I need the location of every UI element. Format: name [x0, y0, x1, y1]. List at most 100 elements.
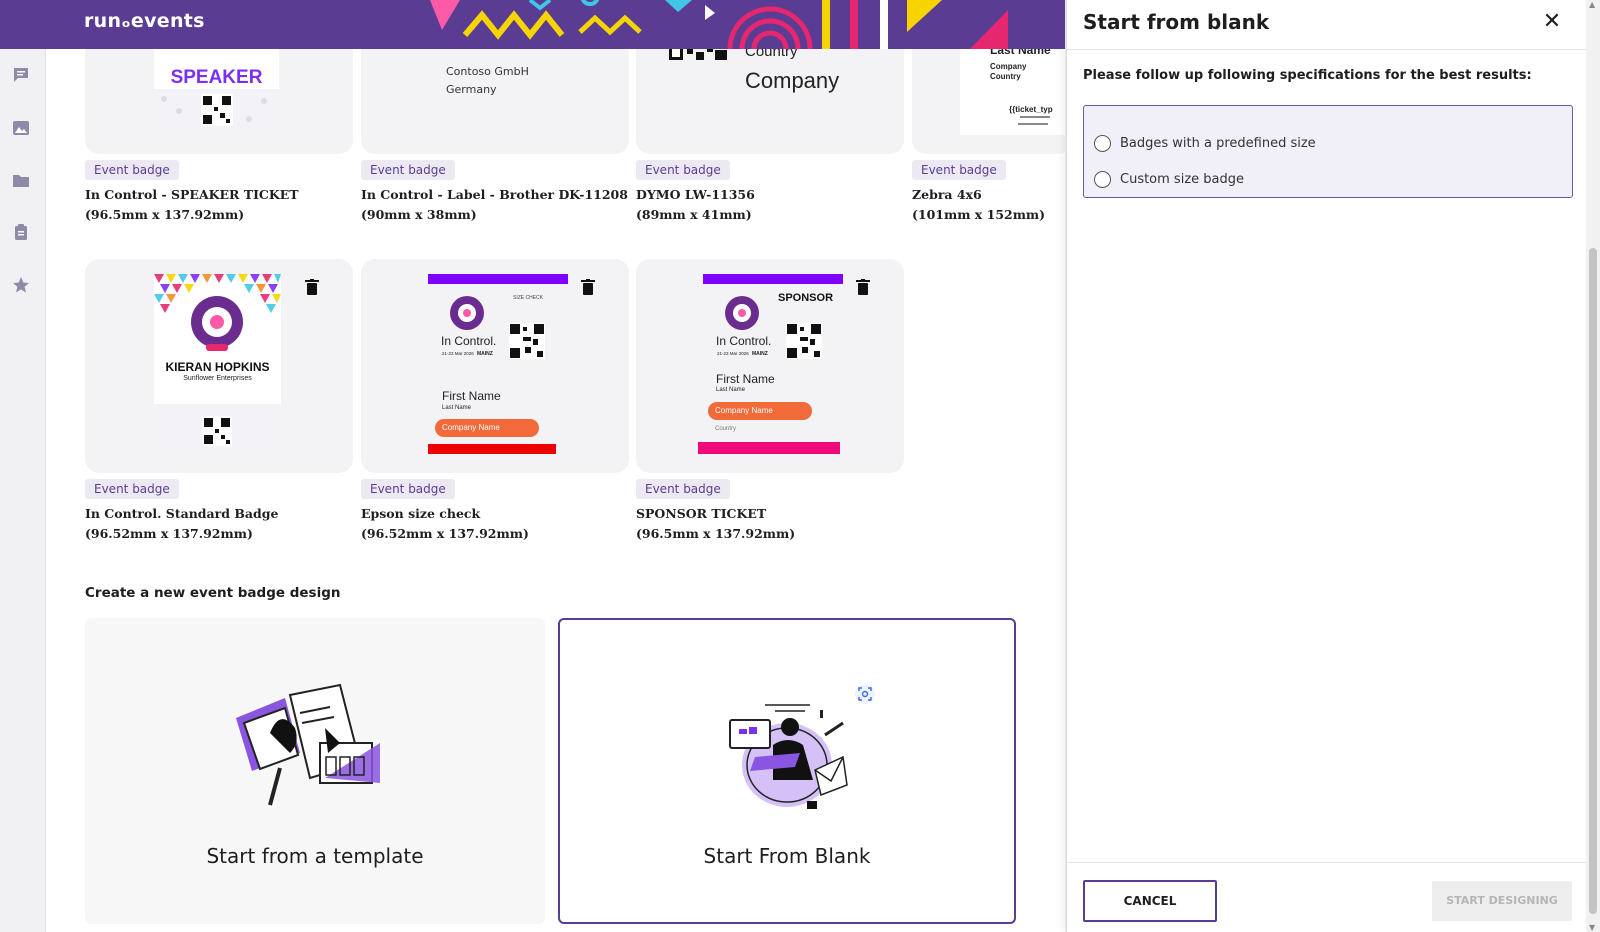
- template-size: (96.52mm x 137.92mm): [361, 526, 529, 541]
- template-card[interactable]: Last Name Company Country {{ticket_typ: [912, 49, 1065, 154]
- radio-label: Custom size badge: [1120, 171, 1244, 187]
- preview-company-pill: Company Name: [708, 402, 812, 420]
- event-badge-tag: Event badge: [912, 160, 1006, 180]
- focus-scan-icon[interactable]: [855, 684, 875, 704]
- template-name: In Control - SPEAKER TICKET: [85, 187, 299, 202]
- badge-size-radio-group: Badges with a predefined size Custom siz…: [1083, 105, 1573, 198]
- event-badge-tag: Event badge: [361, 160, 455, 180]
- preview-top-bar: [703, 274, 843, 284]
- preview-company-pill: Company Name: [435, 419, 539, 437]
- preview-bottom-bar: [698, 442, 840, 454]
- start-from-blank-panel: Start from blank ✕ Please follow up foll…: [1066, 0, 1586, 932]
- close-icon[interactable]: ✕: [1540, 10, 1564, 34]
- template-size: (96.5mm x 137.92mm): [636, 526, 796, 541]
- left-sidebar: [0, 49, 46, 932]
- panel-scrollbar[interactable]: ▲ ▼: [1586, 0, 1600, 932]
- start-designing-button[interactable]: START DESIGNING: [1432, 881, 1572, 921]
- badge-preview: Last Name Company Country {{ticket_typ: [960, 49, 1065, 135]
- preview-city: MAINZ: [752, 351, 768, 357]
- preview-first-name: First Name: [716, 372, 775, 386]
- preview-country: Country: [990, 72, 1021, 81]
- app-root: runₒevents SPEAKER Contoso GmbH Germany …: [0, 0, 1600, 932]
- preview-country: Germany: [446, 83, 497, 96]
- preview-country: Country: [715, 426, 737, 432]
- radio-custom-size[interactable]: Custom size badge: [1094, 168, 1244, 190]
- preview-date: 21-23 Mar 2026: [442, 351, 474, 356]
- preview-first-name: First Name: [442, 389, 501, 403]
- preview-role: SPONSOR: [778, 292, 834, 304]
- preview-last-name: Last Name: [990, 49, 1051, 57]
- template-card[interactable]: SIZE CHECK In Control. 21-23 Mar 2026 MA…: [361, 259, 629, 473]
- preview-qr: [786, 323, 822, 359]
- template-card[interactable]: Contoso GmbH Germany: [361, 49, 629, 154]
- template-name: Epson size check: [361, 506, 481, 521]
- preview-last-name: Last Name: [716, 387, 746, 393]
- clipboard-icon[interactable]: [10, 221, 32, 243]
- preview-qr: [509, 323, 545, 359]
- preview-qr: [669, 49, 727, 60]
- badge-preview: SPEAKER: [154, 49, 279, 135]
- start-from-template-option[interactable]: Start from a template: [85, 618, 545, 924]
- star-icon[interactable]: [10, 274, 32, 296]
- panel-instruction: Please follow up following specification…: [1083, 68, 1532, 83]
- pattern-decoration: [154, 89, 279, 135]
- main-content: SPEAKER Contoso GmbH Germany Country Com…: [46, 49, 1065, 932]
- event-badge-tag: Event badge: [636, 479, 730, 499]
- panel-header-divider: [1067, 49, 1586, 50]
- folder-icon[interactable]: [10, 169, 32, 191]
- preview-company: Company: [745, 68, 840, 93]
- preview-logo: [450, 296, 484, 330]
- image-icon[interactable]: [10, 117, 32, 139]
- option-label: Start from a template: [206, 844, 424, 868]
- create-section-title: Create a new event badge design: [85, 585, 341, 601]
- cancel-button[interactable]: CANCEL: [1083, 880, 1217, 922]
- start-from-blank-option[interactable]: Start From Blank: [558, 618, 1016, 924]
- badge-preview: KIERAN HOPKINS Sunflower Enterprises: [154, 274, 281, 456]
- template-size: (101mm x 152mm): [912, 207, 1046, 222]
- preview-top-bar: [428, 274, 568, 284]
- template-size: (96.5mm x 137.92mm): [85, 207, 245, 222]
- preview-role: SPEAKER: [170, 67, 263, 88]
- trash-icon[interactable]: [581, 279, 595, 295]
- radio-button-icon[interactable]: [1094, 170, 1111, 188]
- event-badge-tag: Event badge: [361, 479, 455, 499]
- template-card[interactable]: SPONSOR In Control. 21-23 Mar 2026 MAINZ…: [636, 259, 904, 473]
- preview-note: SIZE CHECK: [513, 295, 544, 301]
- panel-footer-divider: [1067, 862, 1586, 863]
- template-illustration: [236, 683, 380, 806]
- template-size: (90mm x 38mm): [361, 207, 477, 222]
- scroll-down-icon[interactable]: ▼: [1589, 923, 1595, 932]
- preview-company: Contoso GmbH: [446, 65, 529, 78]
- radio-label: Badges with a predefined size: [1120, 135, 1316, 151]
- header-banner-pattern: [430, 0, 1065, 49]
- event-badge-tag: Event badge: [85, 479, 179, 499]
- app-logo[interactable]: runₒevents: [84, 10, 205, 32]
- preview-brand: In Control.: [716, 334, 772, 348]
- event-badge-tag: Event badge: [85, 160, 179, 180]
- template-size: (89mm x 41mm): [636, 207, 752, 222]
- template-card[interactable]: Country Company: [636, 49, 904, 154]
- preview-company: Company: [990, 62, 1027, 71]
- scroll-up-icon[interactable]: ▲: [1589, 0, 1595, 9]
- option-label: Start From Blank: [703, 844, 871, 868]
- preview-logo: [725, 296, 759, 330]
- preview-date: 21-23 Mar 2026: [717, 351, 749, 356]
- preview-person: KIERAN HOPKINS: [165, 360, 270, 374]
- scrollbar-thumb[interactable]: [1589, 248, 1597, 914]
- template-name: SPONSOR TICKET: [636, 506, 767, 521]
- preview-line: [1018, 123, 1048, 125]
- trash-icon[interactable]: [856, 279, 870, 295]
- event-badge-tag: Event badge: [636, 160, 730, 180]
- radio-button-icon[interactable]: [1094, 134, 1111, 152]
- template-card[interactable]: SPEAKER: [85, 49, 353, 154]
- template-name: Zebra 4x6: [912, 187, 982, 202]
- chat-icon[interactable]: [10, 64, 32, 86]
- template-name: In Control - Label - Brother DK-11208: [361, 187, 628, 202]
- template-card[interactable]: KIERAN HOPKINS Sunflower Enterprises: [85, 259, 353, 473]
- trash-icon[interactable]: [305, 279, 319, 295]
- preview-last-name: Last Name: [442, 405, 472, 411]
- preview-bottom-bar: [428, 444, 556, 454]
- radio-predefined-size[interactable]: Badges with a predefined size: [1094, 132, 1316, 154]
- preview-brand: In Control.: [441, 334, 497, 348]
- template-size: (96.52mm x 137.92mm): [85, 526, 253, 541]
